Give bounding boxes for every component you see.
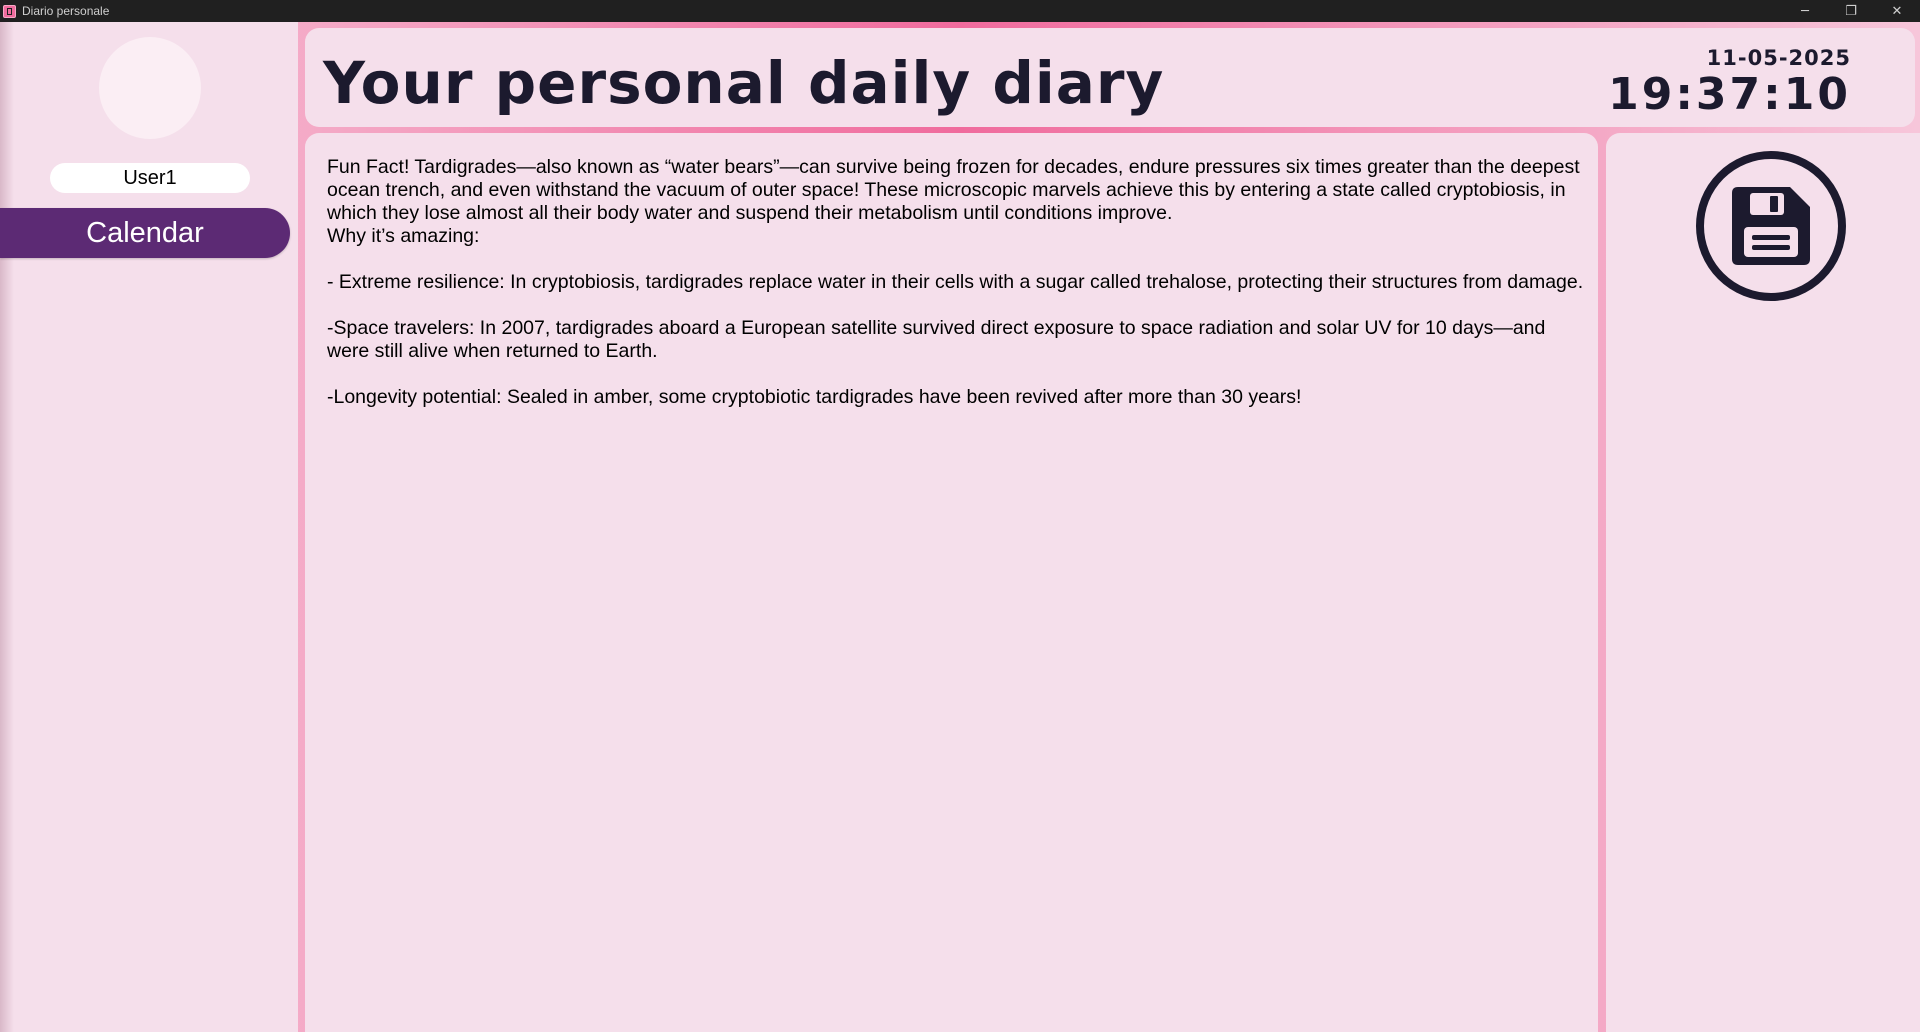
save-button[interactable] (1696, 151, 1846, 301)
app-window: Diario personale ─ ❐ ✕ User1 Calendar Yo… (0, 0, 1920, 1032)
title-bar: Diario personale ─ ❐ ✕ (0, 0, 1920, 22)
sidebar: User1 Calendar (0, 22, 298, 1032)
header: Your personal daily diary 11-05-2025 19:… (305, 28, 1915, 127)
window-title: Diario personale (22, 4, 110, 18)
calendar-button[interactable]: Calendar (0, 208, 290, 258)
avatar[interactable] (99, 37, 201, 139)
current-date: 11-05-2025 (1706, 46, 1851, 70)
entry-blank-line (327, 363, 1587, 386)
page-title: Your personal daily diary (323, 49, 1165, 117)
diary-entry-text[interactable]: Fun Fact! Tardigrades—also known as “wat… (327, 156, 1587, 409)
entry-paragraph: Why it’s amazing: (327, 225, 480, 247)
current-time: 19:37:10 (1608, 69, 1851, 120)
diary-app-icon (3, 4, 16, 18)
entry-blank-line (327, 248, 1587, 271)
diary-text-editor[interactable]: Fun Fact! Tardigrades—also known as “wat… (305, 133, 1598, 1032)
minimize-button[interactable]: ─ (1782, 0, 1828, 22)
entry-paragraph: -Space travelers: In 2007, tardigrades a… (327, 317, 1546, 362)
window-controls: ─ ❐ ✕ (1782, 0, 1920, 22)
username-label: User1 (50, 163, 250, 193)
entry-paragraph: Fun Fact! Tardigrades—also known as “wat… (327, 156, 1580, 224)
entry-blank-line (327, 294, 1587, 317)
maximize-button[interactable]: ❐ (1828, 0, 1874, 22)
close-button[interactable]: ✕ (1874, 0, 1920, 22)
entry-paragraph: - Extreme resilience: In cryptobiosis, t… (327, 271, 1584, 293)
floppy-disk-icon (1732, 187, 1810, 265)
entry-paragraph: -Longevity potential: Sealed in amber, s… (327, 386, 1302, 408)
save-panel (1606, 133, 1920, 1032)
